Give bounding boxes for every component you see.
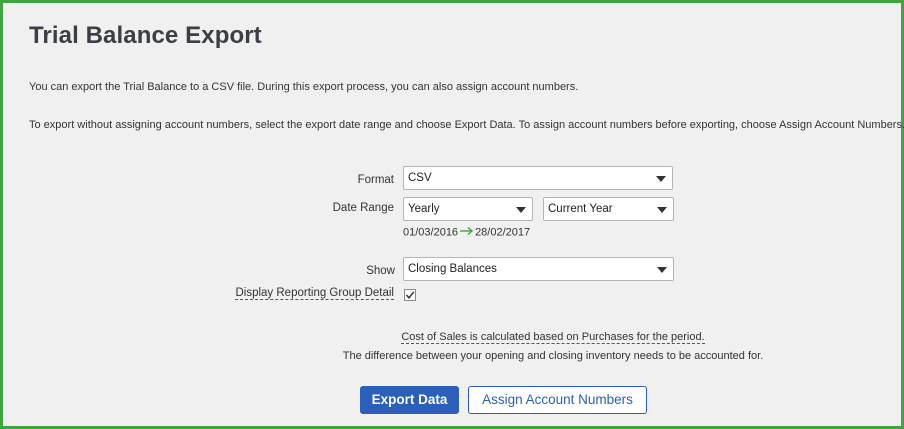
- chevron-down-icon: [657, 267, 667, 273]
- chevron-down-icon: [657, 207, 667, 213]
- year-select-value: Current Year: [548, 203, 613, 215]
- show-select-value: Closing Balances: [408, 263, 497, 275]
- range-start: 01/03/2016: [403, 226, 459, 239]
- intro-text-2: To export without assigning account numb…: [29, 119, 904, 131]
- range-end: 28/02/2017: [475, 226, 531, 239]
- group-detail-label-wrap: Display Reporting Group Detail: [203, 287, 394, 300]
- format-label: Format: [357, 174, 394, 186]
- checkmark-icon: [405, 291, 415, 299]
- format-select-value: CSV: [408, 172, 432, 184]
- show-select[interactable]: Closing Balances: [403, 257, 674, 281]
- format-select[interactable]: CSV: [403, 166, 673, 190]
- inventory-note: The difference between your opening and …: [342, 350, 764, 362]
- chevron-down-icon: [516, 207, 526, 213]
- intro-text-1: You can export the Trial Balance to a CS…: [29, 81, 579, 93]
- cost-of-sales-note: Cost of Sales is calculated based on Pur…: [203, 331, 903, 344]
- arrow-right-icon: [459, 226, 474, 239]
- period-select[interactable]: Yearly: [403, 197, 533, 221]
- date-range-display: 01/03/2016 28/02/2017: [403, 226, 530, 239]
- assign-account-numbers-button[interactable]: Assign Account Numbers: [468, 386, 647, 414]
- export-panel: Trial Balance Export You can export the …: [0, 0, 904, 429]
- export-data-button[interactable]: Export Data: [360, 386, 459, 414]
- group-detail-label[interactable]: Display Reporting Group Detail: [235, 287, 394, 300]
- date-range-label: Date Range: [332, 202, 394, 214]
- show-label: Show: [366, 265, 395, 277]
- group-detail-checkbox[interactable]: [404, 289, 416, 301]
- year-select[interactable]: Current Year: [543, 197, 674, 221]
- cost-of-sales-link[interactable]: Cost of Sales is calculated based on Pur…: [401, 331, 705, 344]
- chevron-down-icon: [656, 176, 666, 182]
- period-select-value: Yearly: [408, 203, 440, 215]
- page-title: Trial Balance Export: [29, 22, 262, 49]
